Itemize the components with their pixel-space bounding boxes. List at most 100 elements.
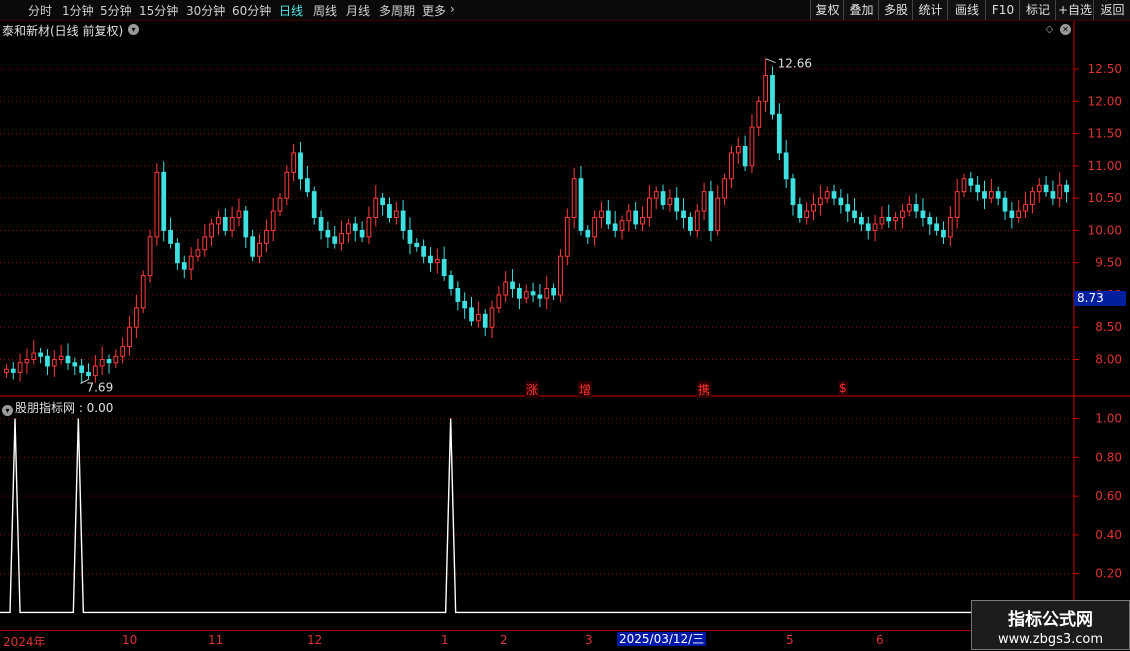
candle-body-82: [564, 217, 570, 257]
period-tab-3[interactable]: 15分钟: [139, 2, 178, 19]
candle-body-5: [38, 352, 43, 357]
period-tab-10[interactable]: 更多: [422, 2, 446, 19]
candle-body-62: [428, 255, 433, 264]
period-tab-4[interactable]: 30分钟: [186, 2, 225, 19]
period-tab-2[interactable]: 5分钟: [100, 2, 132, 19]
period-tab-6[interactable]: 日线: [279, 2, 303, 19]
candle-body-26: [181, 262, 187, 270]
chevron-down-icon[interactable]: ▾: [128, 24, 139, 35]
chevron-down-icon[interactable]: ▾: [2, 405, 13, 416]
date-label-6: 3: [585, 633, 593, 647]
candle-body-98: [674, 197, 680, 212]
candle-body-119: [817, 197, 823, 206]
candle-body-140: [961, 178, 967, 193]
candle-body-53: [366, 217, 372, 238]
candle-body-100: [688, 217, 693, 231]
candle-body-42: [291, 152, 297, 173]
candle-body-115: [790, 178, 796, 206]
candle-body-109: [749, 126, 755, 167]
candle-body-101: [694, 210, 700, 231]
ind-tick-label-3: 0.80: [1095, 450, 1122, 464]
chevron-right-icon[interactable]: ›: [450, 2, 455, 16]
candle-body-44: [304, 178, 310, 193]
candle-body-73: [503, 281, 509, 296]
date-label-4: 1: [441, 633, 449, 647]
candle-body-117: [804, 210, 810, 219]
period-tab-0[interactable]: 分时: [28, 2, 52, 19]
candle-body-64: [441, 258, 447, 277]
candle-body-122: [838, 197, 844, 206]
period-tab-8[interactable]: 月线: [346, 2, 370, 19]
ind-tick-label-0: 0.20: [1095, 567, 1122, 581]
signal-mark-0: 涨: [525, 381, 540, 398]
price-tick-label-3: 9.50: [1095, 256, 1122, 270]
candle-body-126: [865, 223, 871, 231]
candle-body-65: [448, 275, 454, 290]
candle-body-77: [530, 291, 536, 296]
toolbar-button-0[interactable]: 复权: [810, 0, 844, 20]
candle-body-20: [140, 275, 146, 309]
period-tab-7[interactable]: 周线: [313, 2, 337, 19]
chart-canvas[interactable]: 8.008.509.009.5010.0010.5011.0011.5012.0…: [0, 0, 1130, 650]
date-label-8: 6: [876, 633, 884, 647]
indicator-line: [0, 418, 1073, 614]
toolbar-button-3[interactable]: 统计: [912, 0, 948, 20]
candle-body-24: [168, 229, 173, 244]
close-icon[interactable]: ✕: [1060, 24, 1071, 35]
candle-body-128: [879, 217, 885, 225]
watermark: 指标公式网 www.zbgs3.com: [971, 600, 1130, 650]
candle-body-33: [229, 217, 235, 231]
candle-body-55: [380, 197, 385, 206]
price-tick-label-8: 12.00: [1088, 94, 1122, 108]
toolbar-button-4[interactable]: 画线: [947, 0, 986, 20]
candle-body-36: [250, 236, 256, 257]
candle-body-17: [120, 346, 126, 357]
candle-body-134: [920, 210, 926, 219]
candle-body-71: [489, 307, 495, 328]
candle-body-135: [927, 217, 933, 225]
candle-body-121: [831, 191, 837, 199]
period-tab-9[interactable]: 多周期: [379, 2, 415, 19]
candle-body-70: [482, 313, 488, 328]
toolbar-button-6[interactable]: 标记: [1019, 0, 1056, 20]
chart-title-bar: 泰和新材(日线 前复权) ▾ ◇ ✕: [0, 21, 1073, 39]
candle-body-146: [1002, 197, 1008, 212]
toolbar-button-1[interactable]: 叠加: [843, 0, 879, 20]
candle-body-111: [763, 75, 769, 102]
candle-body-96: [660, 191, 666, 206]
candle-body-79: [544, 288, 550, 299]
candle-body-139: [954, 191, 960, 219]
candle-body-138: [947, 217, 953, 238]
candle-body-130: [893, 217, 898, 222]
candle-body-74: [510, 281, 515, 289]
signal-mark-1: 增: [578, 381, 593, 398]
date-label-7: 5: [786, 633, 794, 647]
period-tab-1[interactable]: 1分钟: [62, 2, 94, 19]
candle-body-145: [995, 191, 1001, 199]
indicator-title: ▾ 股朋指标网 : 0.00: [2, 399, 113, 416]
toolbar-button-7[interactable]: +自选: [1055, 0, 1094, 20]
toolbar-button-5[interactable]: F10: [985, 0, 1020, 20]
date-label-3: 12: [307, 633, 323, 647]
candle-body-51: [352, 223, 358, 231]
period-tab-5[interactable]: 60分钟: [232, 2, 271, 19]
current-price-tag: 8.73: [1074, 291, 1126, 306]
candle-body-45: [311, 191, 317, 219]
candle-body-129: [886, 217, 892, 222]
candle-body-35: [243, 210, 249, 238]
candle-body-49: [339, 233, 344, 244]
toolbar-button-2[interactable]: 多股: [878, 0, 913, 20]
high-pointer: [765, 58, 776, 64]
candle-body-127: [872, 223, 878, 231]
candle-body-67: [462, 300, 468, 309]
toolbar-button-8[interactable]: 返回: [1093, 0, 1130, 20]
candle-body-48: [332, 236, 338, 244]
candle-body-52: [359, 229, 365, 238]
candle-body-103: [708, 191, 714, 231]
candle-body-80: [551, 288, 556, 296]
candle-body-123: [845, 204, 851, 212]
candle-body-23: [161, 171, 167, 231]
candle-body-7: [51, 359, 57, 367]
diamond-icon[interactable]: ◇: [1044, 24, 1055, 35]
high-label: 12.66: [778, 57, 812, 71]
